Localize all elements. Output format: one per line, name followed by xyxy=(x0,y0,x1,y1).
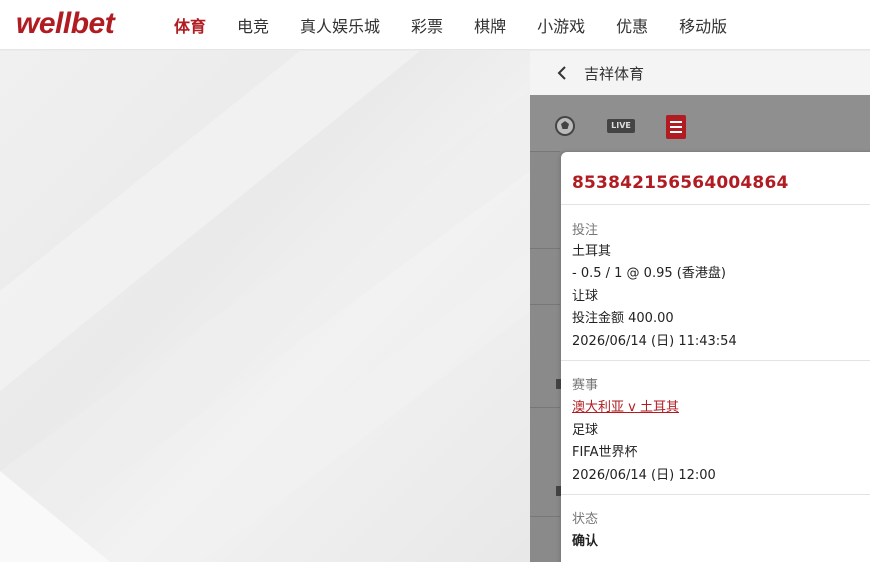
panel-tab-row: LIVE xyxy=(530,95,870,151)
divider xyxy=(561,494,870,495)
list-divider xyxy=(530,151,560,152)
status-value: 确认 xyxy=(572,534,599,549)
soccer-ball-icon[interactable] xyxy=(554,115,576,137)
nav-item-lottery[interactable]: 彩票 xyxy=(411,13,443,37)
bet-section-label: 投注 xyxy=(572,223,599,238)
wellbet-logo[interactable]: wellbet xyxy=(16,9,115,39)
list-divider xyxy=(530,516,560,517)
chevron-left-icon[interactable] xyxy=(552,63,572,83)
bet-slip-line xyxy=(670,121,682,123)
bet-selection: 土耳其 xyxy=(572,244,612,259)
bet-slip-line xyxy=(670,126,682,128)
event-match-link[interactable]: 澳大利亚 v 土耳其 xyxy=(572,396,679,415)
nav-item-sports[interactable]: 体育 xyxy=(174,13,206,37)
bet-market: 让球 xyxy=(572,289,599,304)
list-divider xyxy=(530,304,560,305)
background-stripes xyxy=(0,51,530,562)
event-sport: 足球 xyxy=(572,423,599,438)
bet-ticket-card: 853842156564004864 投注 土耳其 - 0.5 / 1 @ 0.… xyxy=(561,152,870,562)
live-icon[interactable]: LIVE xyxy=(607,119,635,133)
list-divider xyxy=(530,407,560,408)
event-start-time: 2026/06/14 (日) 12:00 xyxy=(572,468,716,483)
nav-item-esports[interactable]: 电竞 xyxy=(237,13,269,37)
bet-odds-line: - 0.5 / 1 @ 0.95 (香港盘) xyxy=(572,266,726,281)
ticket-id: 853842156564004864 xyxy=(572,173,789,193)
event-competition: FIFA世界杯 xyxy=(572,445,638,460)
panel-title: 吉祥体育 xyxy=(584,65,645,83)
main-nav: 体育 电竞 真人娱乐城 彩票 棋牌 小游戏 优惠 移动版 xyxy=(174,0,758,50)
background-pattern xyxy=(0,51,530,562)
panel-header: 吉祥体育 xyxy=(530,51,870,95)
divider xyxy=(561,204,870,205)
nav-item-live-casino[interactable]: 真人娱乐城 xyxy=(300,13,380,37)
bet-slip-line xyxy=(670,131,682,133)
event-section-label: 赛事 xyxy=(572,378,599,393)
nav-item-mobile[interactable]: 移动版 xyxy=(679,13,727,37)
divider xyxy=(561,360,870,361)
nav-item-chess-cards[interactable]: 棋牌 xyxy=(474,13,506,37)
bet-placed-time: 2026/06/14 (日) 11:43:54 xyxy=(572,334,737,349)
top-nav-bar: wellbet 体育 电竞 真人娱乐城 彩票 棋牌 小游戏 优惠 移动版 xyxy=(0,0,870,50)
bet-stake: 投注金额 400.00 xyxy=(572,311,674,326)
status-section-label: 状态 xyxy=(572,512,599,527)
bet-slip-icon[interactable] xyxy=(666,115,686,139)
nav-item-mini-games[interactable]: 小游戏 xyxy=(537,13,585,37)
nav-item-promotions[interactable]: 优惠 xyxy=(616,13,648,37)
list-divider xyxy=(530,248,560,249)
